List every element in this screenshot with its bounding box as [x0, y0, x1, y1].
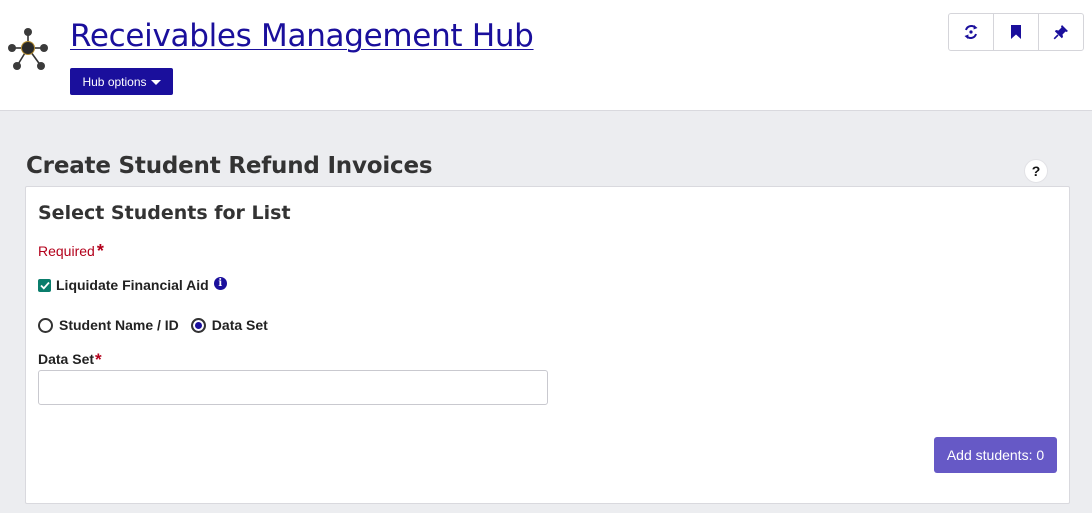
- student-name-id-label: Student Name / ID: [59, 317, 179, 333]
- data-set-label: Data Set: [38, 351, 95, 367]
- selection-mode-radio-group: Student Name / ID Data Set: [38, 317, 280, 333]
- hub-title-link[interactable]: Receivables Management Hub: [70, 18, 534, 54]
- required-star: *: [96, 241, 104, 261]
- data-set-radio[interactable]: [190, 317, 206, 333]
- data-set-radio-label: Data Set: [211, 317, 268, 333]
- liquidate-financial-aid-row: Liquidate Financial Aid i: [38, 276, 227, 293]
- help-button[interactable]: ?: [1024, 159, 1048, 183]
- bookmark-icon: [1011, 25, 1021, 39]
- hub-network-icon: [8, 28, 48, 70]
- bookmark-button[interactable]: [994, 14, 1039, 50]
- add-students-button[interactable]: Add students: 0: [934, 437, 1057, 473]
- check-icon: [39, 281, 50, 290]
- required-label: Required: [38, 243, 95, 259]
- hub-options-label: Hub options: [82, 74, 147, 89]
- data-set-required-star: *: [95, 350, 102, 369]
- pin-icon: [1053, 25, 1068, 40]
- hub-options-button[interactable]: Hub options: [70, 68, 173, 95]
- sync-button[interactable]: [949, 14, 994, 50]
- info-icon[interactable]: i: [213, 276, 227, 290]
- data-set-field-label: Data Set*: [38, 349, 102, 369]
- select-students-card: Select Students for List Required * Liqui…: [25, 186, 1070, 504]
- liquidate-financial-aid-checkbox[interactable]: [38, 278, 51, 292]
- student-name-id-radio[interactable]: [38, 317, 53, 333]
- page-title: Create Student Refund Invoices: [26, 153, 433, 179]
- header-toolbar: [948, 13, 1084, 51]
- required-note: Required *: [38, 240, 104, 261]
- sync-icon: [964, 25, 978, 39]
- liquidate-financial-aid-label: Liquidate Financial Aid: [56, 277, 209, 293]
- data-set-input[interactable]: [38, 370, 548, 405]
- caret-down-icon: [150, 79, 161, 85]
- pin-button[interactable]: [1039, 14, 1083, 50]
- card-title: Select Students for List: [38, 202, 291, 224]
- app-header: Receivables Management Hub Hub options: [0, 0, 1092, 111]
